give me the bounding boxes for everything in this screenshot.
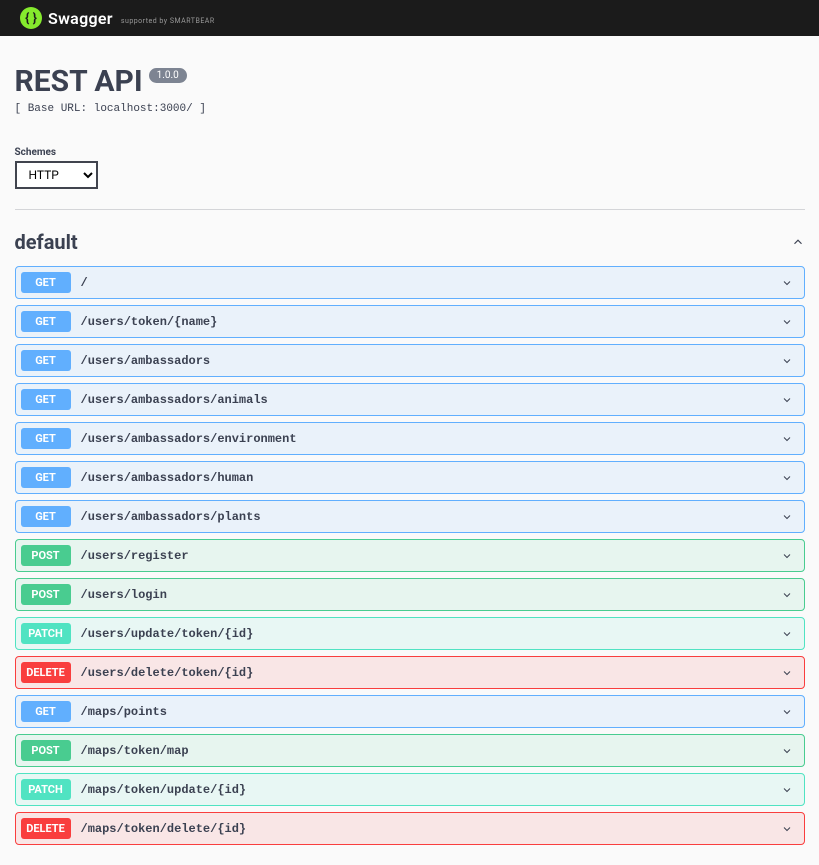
method-badge: POST (21, 584, 71, 605)
operation-row[interactable]: GET/users/ambassadors/plants (15, 500, 805, 533)
api-header: REST API 1.0.0 [ Base URL: localhost:300… (15, 36, 805, 131)
logo-subtext: supported by SMARTBEAR (121, 17, 215, 25)
method-badge: POST (21, 740, 71, 761)
operation-row[interactable]: PATCH/maps/token/update/{id} (15, 773, 805, 806)
method-badge: DELETE (21, 662, 71, 683)
chevron-down-icon (781, 823, 793, 835)
chevron-down-icon (781, 745, 793, 757)
method-badge: GET (21, 350, 71, 371)
method-badge: GET (21, 428, 71, 449)
chevron-down-icon (781, 589, 793, 601)
topbar: { } Swagger supported by SMARTBEAR (0, 0, 819, 36)
base-url: [ Base URL: localhost:3000/ ] (15, 103, 805, 115)
chevron-down-icon (781, 316, 793, 328)
chevron-down-icon (781, 433, 793, 445)
operation-row[interactable]: POST/users/login (15, 578, 805, 611)
operation-row[interactable]: GET/maps/points (15, 695, 805, 728)
method-badge: GET (21, 467, 71, 488)
operation-row[interactable]: GET/users/ambassadors (15, 344, 805, 377)
chevron-down-icon (781, 784, 793, 796)
chevron-down-icon (781, 355, 793, 367)
chevron-down-icon (781, 511, 793, 523)
chevron-down-icon (781, 667, 793, 679)
operation-path: / (81, 276, 781, 290)
chevron-down-icon (781, 277, 793, 289)
method-badge: PATCH (21, 623, 71, 644)
section-header[interactable]: default (15, 222, 805, 266)
operation-row[interactable]: GET/users/token/{name} (15, 305, 805, 338)
chevron-down-icon (781, 628, 793, 640)
operation-path: /users/delete/token/{id} (81, 666, 781, 680)
operation-path: /users/login (81, 588, 781, 602)
operations-list: GET/GET/users/token/{name}GET/users/amba… (15, 266, 805, 845)
operation-path: /users/update/token/{id} (81, 627, 781, 641)
operation-path: /users/ambassadors/human (81, 471, 781, 485)
operation-path: /maps/token/map (81, 744, 781, 758)
operation-path: /maps/token/delete/{id} (81, 822, 781, 836)
operation-row[interactable]: PATCH/users/update/token/{id} (15, 617, 805, 650)
swagger-logo[interactable]: { } Swagger supported by SMARTBEAR (20, 7, 215, 29)
method-badge: DELETE (21, 818, 71, 839)
schemes-select[interactable]: HTTP (15, 161, 98, 189)
operation-row[interactable]: POST/users/register (15, 539, 805, 572)
method-badge: POST (21, 545, 71, 566)
operation-row[interactable]: DELETE/users/delete/token/{id} (15, 656, 805, 689)
method-badge: GET (21, 311, 71, 332)
chevron-down-icon (781, 472, 793, 484)
operation-path: /maps/points (81, 705, 781, 719)
logo-text: Swagger (48, 9, 113, 28)
operation-row[interactable]: GET/users/ambassadors/human (15, 461, 805, 494)
operation-path: /users/ambassadors (81, 354, 781, 368)
method-badge: PATCH (21, 779, 71, 800)
operation-row[interactable]: DELETE/maps/token/delete/{id} (15, 812, 805, 845)
chevron-down-icon (781, 394, 793, 406)
operation-row[interactable]: POST/maps/token/map (15, 734, 805, 767)
operation-path: /users/register (81, 549, 781, 563)
operation-row[interactable]: GET/users/ambassadors/animals (15, 383, 805, 416)
schemes-section: Schemes HTTP (15, 131, 805, 209)
section-title: default (15, 230, 78, 254)
schemes-label: Schemes (15, 147, 805, 158)
operation-path: /users/ambassadors/animals (81, 393, 781, 407)
chevron-down-icon (781, 550, 793, 562)
logo-icon: { } (20, 7, 42, 29)
chevron-up-icon (791, 235, 805, 249)
operation-path: /users/token/{name} (81, 315, 781, 329)
operation-path: /users/ambassadors/plants (81, 510, 781, 524)
operation-path: /users/ambassadors/environment (81, 432, 781, 446)
method-badge: GET (21, 506, 71, 527)
chevron-down-icon (781, 706, 793, 718)
operation-path: /maps/token/update/{id} (81, 783, 781, 797)
operation-row[interactable]: GET / (15, 266, 805, 299)
method-badge: GET (21, 272, 71, 293)
operation-row[interactable]: GET/users/ambassadors/environment (15, 422, 805, 455)
method-badge: GET (21, 389, 71, 410)
version-badge: 1.0.0 (149, 68, 187, 83)
method-badge: GET (21, 701, 71, 722)
page-title: REST API (15, 64, 143, 99)
